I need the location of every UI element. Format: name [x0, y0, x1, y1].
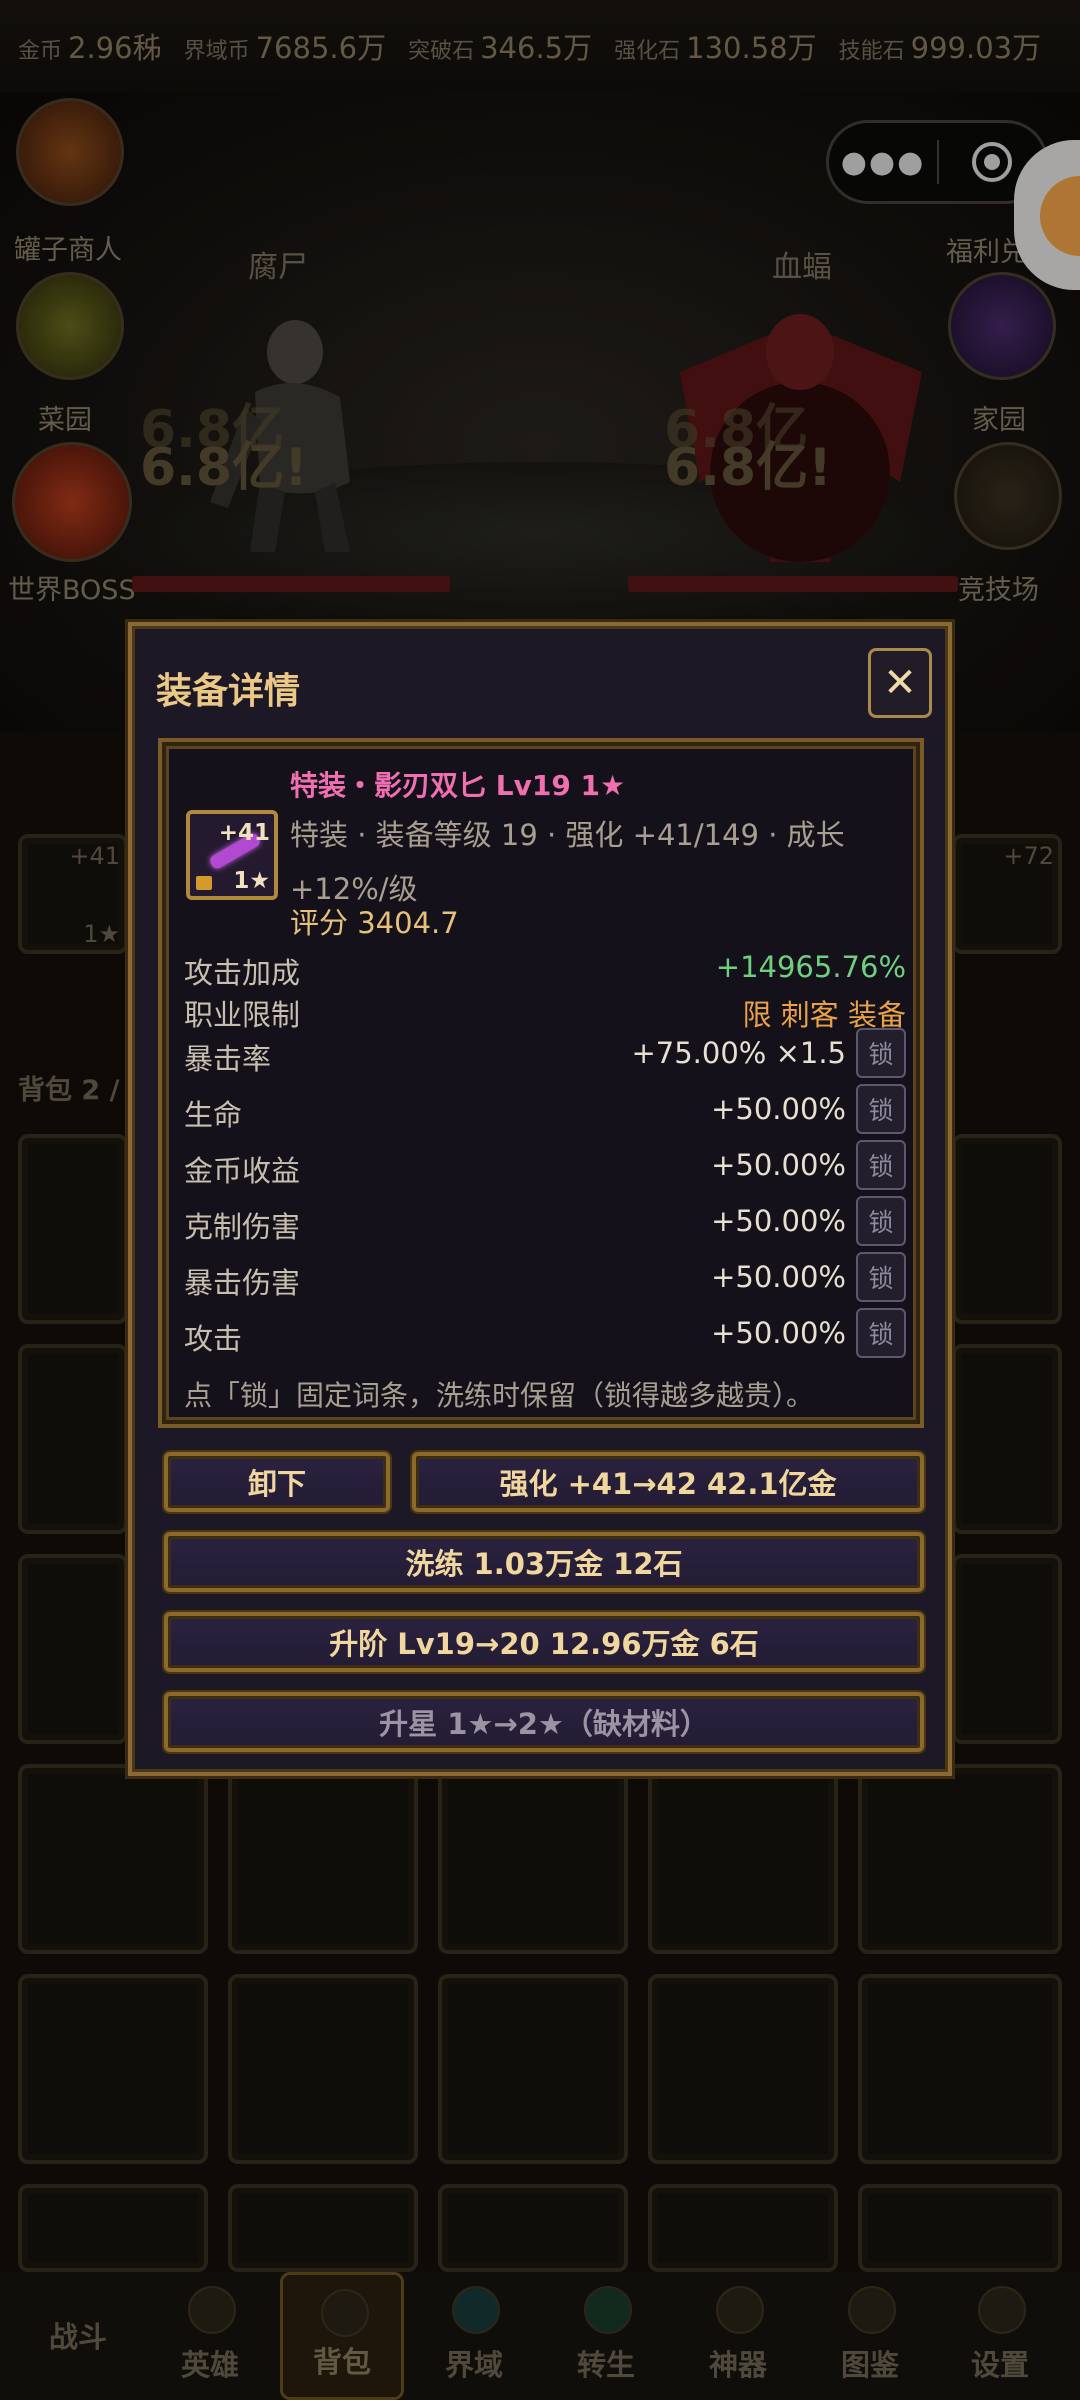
- lock-hint-text: 点「锁」固定词条，洗练时保留（锁得越多越贵）。: [184, 1379, 815, 1412]
- affix-label: 克制伤害: [184, 1210, 301, 1244]
- affix-label: 生命: [184, 1098, 243, 1132]
- stat-value: +14965.76%: [715, 950, 906, 984]
- ascend-button[interactable]: 升阶 Lv19→20 12.96万金 6石: [164, 1612, 924, 1672]
- affix-value: +50.00%: [711, 1092, 846, 1126]
- item-icon: +41 1★: [186, 810, 278, 900]
- lock-icon: [196, 876, 212, 890]
- close-icon: ✕: [883, 660, 917, 706]
- affix-row: 攻击 +50.00% 锁: [184, 1308, 906, 1360]
- affix-label: 暴击伤害: [184, 1266, 301, 1300]
- affix-value: +50.00%: [711, 1316, 846, 1350]
- lock-affix-button[interactable]: 锁: [856, 1140, 906, 1190]
- modal-title: 装备详情: [156, 671, 301, 712]
- affix-value: +75.00% ×1.5: [631, 1036, 846, 1070]
- affix-label: 暴击率: [184, 1042, 272, 1076]
- item-star-badge: 1★: [233, 868, 270, 894]
- enhance-button[interactable]: 强化 +41→42 42.1亿金: [412, 1452, 924, 1512]
- reforge-button[interactable]: 洗练 1.03万金 12石: [164, 1532, 924, 1592]
- affix-label: 金币收益: [184, 1154, 301, 1188]
- item-name: 特装・影刃双匕 Lv19 1★: [290, 769, 626, 802]
- lock-affix-button[interactable]: 锁: [856, 1252, 906, 1302]
- affix-label: 攻击: [184, 1322, 243, 1356]
- affix-row: 暴击伤害 +50.00% 锁: [184, 1252, 906, 1304]
- close-button[interactable]: ✕: [868, 648, 932, 718]
- affix-row: 暴击率 +75.00% ×1.5 锁: [184, 1028, 906, 1080]
- item-enhance-badge: +41: [218, 820, 270, 846]
- item-score: 评分 3404.7: [290, 906, 459, 940]
- affix-row: 克制伤害 +50.00% 锁: [184, 1196, 906, 1248]
- unequip-button[interactable]: 卸下: [164, 1452, 390, 1512]
- affix-value: +50.00%: [711, 1260, 846, 1294]
- lock-affix-button[interactable]: 锁: [856, 1084, 906, 1134]
- item-detail-panel: +41 1★ 特装・影刃双匕 Lv19 1★ 特装 · 装备等级 19 · 强化…: [158, 738, 924, 1428]
- affix-row: 生命 +50.00% 锁: [184, 1084, 906, 1136]
- lock-affix-button[interactable]: 锁: [856, 1196, 906, 1246]
- lock-affix-button[interactable]: 锁: [856, 1028, 906, 1078]
- affix-value: +50.00%: [711, 1148, 846, 1182]
- lock-affix-button[interactable]: 锁: [856, 1308, 906, 1358]
- affix-value: +50.00%: [711, 1204, 846, 1238]
- affix-row: 金币收益 +50.00% 锁: [184, 1140, 906, 1192]
- equipment-detail-modal: 装备详情 ✕ +41 1★ 特装・影刃双匕 Lv19 1★ 特装 · 装备等级 …: [128, 622, 952, 1776]
- star-up-button[interactable]: 升星 1★→2★（缺材料）: [164, 1692, 924, 1752]
